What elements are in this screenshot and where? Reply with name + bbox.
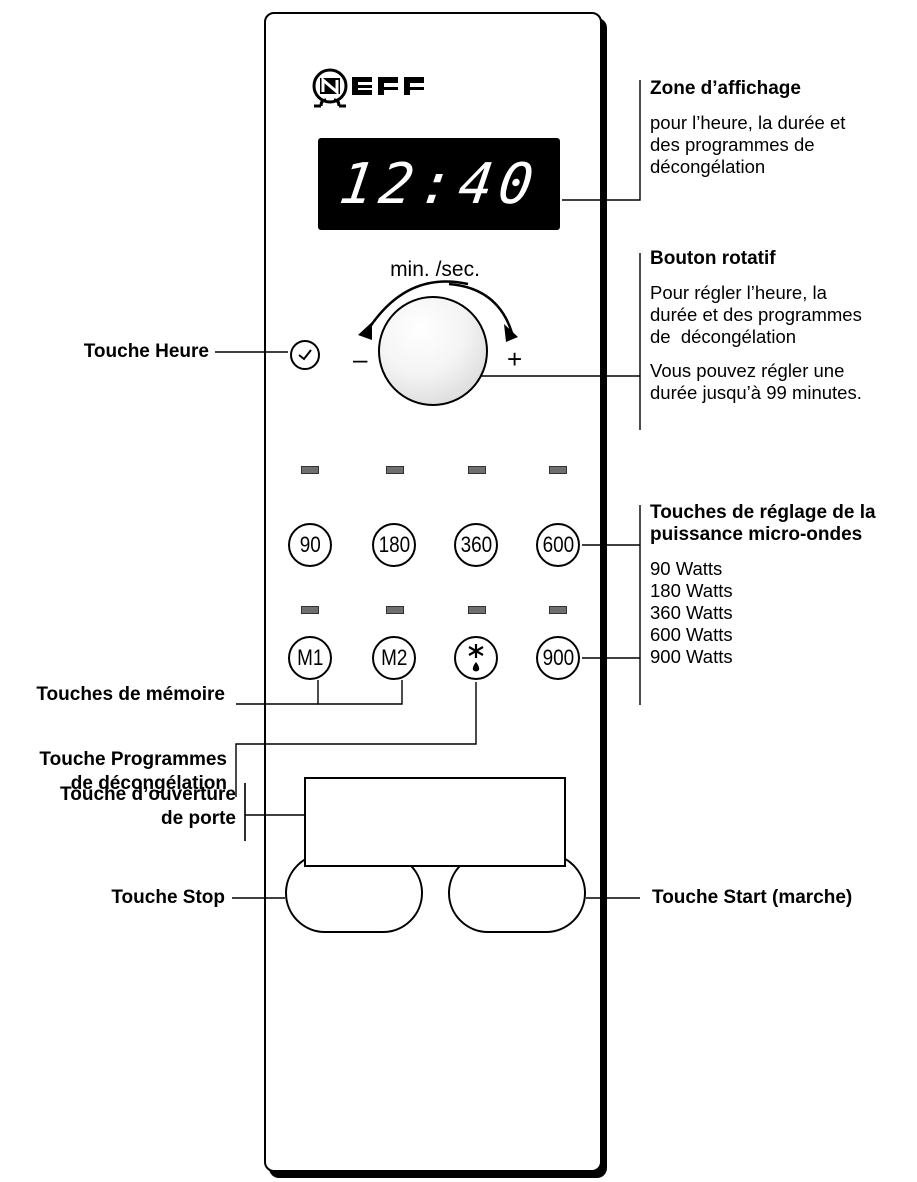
defrost-icon	[468, 644, 484, 672]
callout-zone-line: des programmes de	[650, 134, 815, 155]
power-90-button[interactable]: 90	[288, 523, 332, 567]
power-900-button[interactable]: 900	[536, 636, 580, 680]
callout-bouton-line: durée jusqu’à 99 minutes.	[650, 382, 862, 403]
led-360	[468, 466, 486, 474]
memory-m1-button[interactable]: M1	[288, 636, 332, 680]
neff-logo	[312, 68, 424, 108]
label-porte-line: Touche d’ouverture	[60, 784, 236, 805]
led-180	[386, 466, 404, 474]
led-m1	[301, 606, 319, 614]
memory-m2-button[interactable]: M2	[372, 636, 416, 680]
callout-zone-line: pour l’heure, la durée et	[650, 112, 846, 133]
callout-puissance-title: Touches de réglage de la	[650, 502, 876, 523]
callout-bouton-title: Bouton rotatif	[650, 248, 776, 269]
callout-bouton-line: de décongélation	[650, 326, 797, 347]
callout-puissance-line: 90 Watts	[650, 558, 723, 579]
power-360-button[interactable]: 360	[454, 523, 498, 567]
callout-puissance-line: 600 Watts	[650, 624, 733, 645]
led-m2	[386, 606, 404, 614]
callout-puissance-line: 360 Watts	[650, 602, 733, 623]
time-display: 12:40	[318, 138, 560, 230]
label-porte: Touche d’ouverture de porte	[60, 783, 236, 831]
label-start: Touche Start (marche)	[652, 887, 853, 908]
knob-label: min. /sec.	[390, 258, 480, 281]
power-600-button[interactable]: 600	[536, 523, 580, 567]
callout-puissance-line: 180 Watts	[650, 580, 733, 601]
callout-bouton-line: Pour régler l’heure, la	[650, 282, 827, 303]
rotary-knob[interactable]	[378, 296, 488, 406]
led-600	[549, 466, 567, 474]
callout-puissance: Touches de réglage de la puissance micro…	[650, 502, 876, 668]
label-programmes-line: Touche Programmes	[39, 749, 227, 770]
minus-sign: –	[353, 344, 368, 374]
led-defrost	[468, 606, 486, 614]
clock-button[interactable]	[290, 340, 320, 370]
callout-bouton-line: Vous pouvez régler une	[650, 360, 845, 381]
led-900	[549, 606, 567, 614]
callout-zone: Zone d’affichage pour l’heure, la durée …	[650, 78, 845, 178]
callout-puissance-title: puissance micro-ondes	[650, 524, 863, 545]
door-open-button[interactable]	[304, 777, 566, 867]
label-memoire: Touches de mémoire	[36, 684, 225, 705]
callout-puissance-line: 900 Watts	[650, 646, 733, 667]
label-stop: Touche Stop	[111, 887, 225, 908]
checkmark-icon	[298, 349, 312, 361]
led-90	[301, 466, 319, 474]
callout-bouton: Bouton rotatif Pour régler l’heure, la d…	[650, 248, 862, 404]
label-porte-line: de porte	[161, 808, 236, 829]
plus-sign: +	[507, 344, 523, 374]
defrost-button[interactable]	[454, 636, 498, 680]
display-time: 12:40	[335, 151, 543, 217]
callout-bouton-line: durée et des programmes	[650, 304, 862, 325]
power-180-button[interactable]: 180	[372, 523, 416, 567]
callout-zone-title: Zone d’affichage	[650, 78, 801, 99]
callout-zone-line: décongélation	[650, 156, 766, 177]
label-heure: Touche Heure	[83, 341, 209, 362]
